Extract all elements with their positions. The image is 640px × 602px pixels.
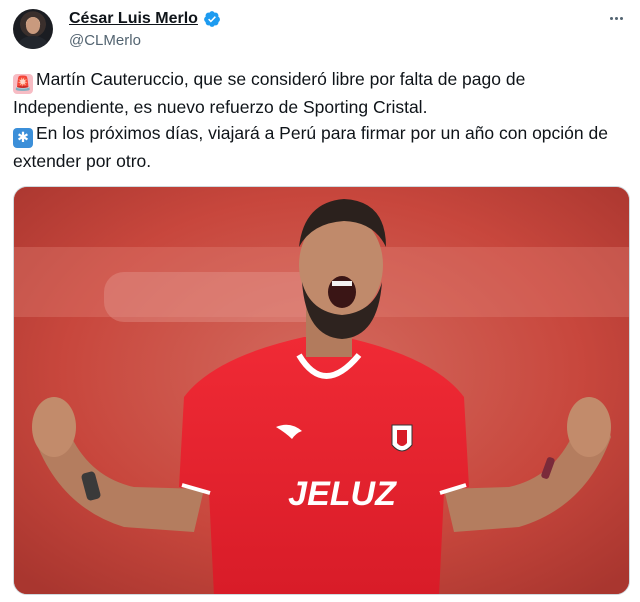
avatar-shirt [19,36,47,49]
author-handle[interactable]: @CLMerlo [69,32,221,49]
tweet-paragraph-2: ✱ En los próximos días, viajará a Perú pa… [13,120,633,174]
more-options-icon[interactable] [606,8,626,28]
player-photo: JELUZ [14,187,629,594]
tweet-line-1: Martín Cauteruccio, que se consideró lib… [13,69,526,117]
tweet-text: 🚨 Martín Cauteruccio, que se consideró li… [13,66,633,174]
shirt-sponsor-text: JELUZ [288,475,397,513]
avatar[interactable] [13,9,53,49]
tweet-paragraph-1: 🚨 Martín Cauteruccio, que se consideró li… [13,66,633,120]
verified-badge-icon [204,11,220,27]
tweet-media-photo[interactable]: JELUZ [13,186,630,595]
asterisk-emoji-icon: ✱ [13,128,33,148]
tweet-card: César Luis Merlo @CLMerlo 🚨 Martín Cauter… [0,0,640,602]
siren-emoji-icon: 🚨 [13,74,33,94]
author-block: César Luis Merlo @CLMerlo [69,9,221,49]
avatar-face [26,17,40,34]
tweet-line-2: En los próximos días, viajará a Perú par… [13,123,608,171]
author-name[interactable]: César Luis Merlo [69,10,198,28]
